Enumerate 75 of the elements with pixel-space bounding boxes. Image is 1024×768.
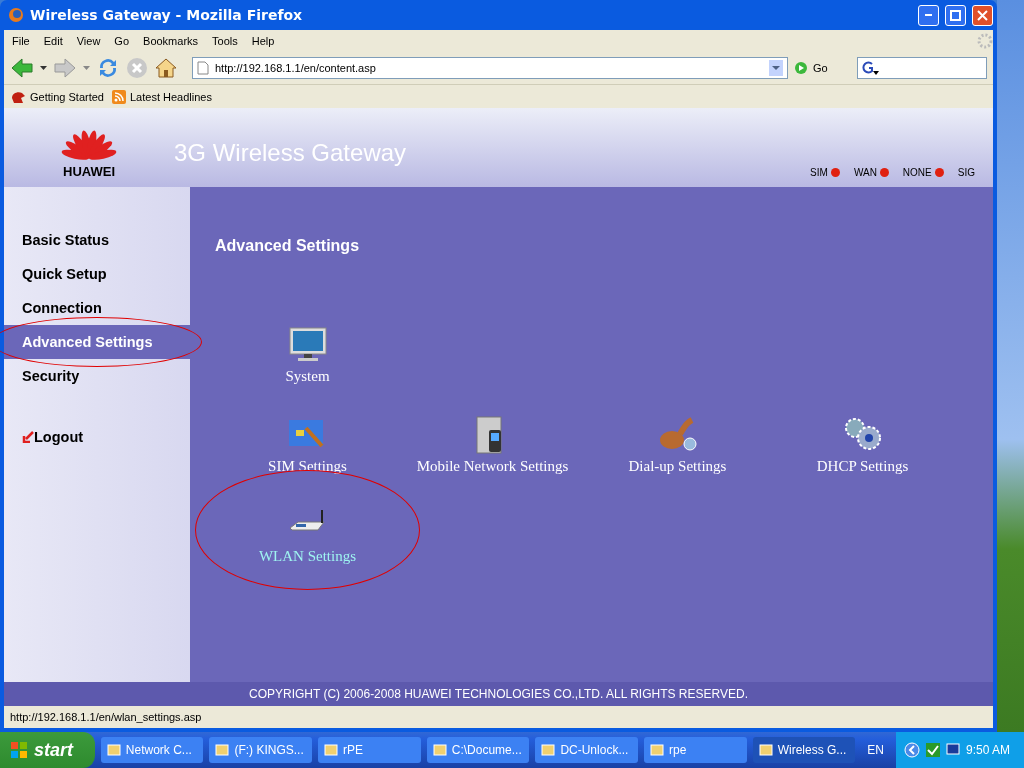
nav-item[interactable]: Basic Status [4,223,190,257]
menu-item[interactable]: Edit [43,35,63,47]
status-text: http://192.168.1.1/en/wlan_settings.asp [10,711,202,723]
window-icon [650,743,664,757]
window-icon [432,743,447,757]
close-icon [977,9,988,21]
window-icon [215,743,230,757]
windows-logo-icon [10,741,28,759]
address-field[interactable]: http://192.168.1.1/en/content.asp [192,57,788,79]
go-button[interactable]: Go [794,61,828,75]
menu-item[interactable]: Tools [212,35,238,47]
window-icon [106,743,121,757]
taskbar-button[interactable]: DC-Unlock... [535,737,638,763]
chevron-icon[interactable] [903,742,920,758]
window-title: Wireless Gateway - Mozilla Firefox [30,7,304,23]
nav-item[interactable]: Quick Setup [4,257,190,291]
search-field[interactable] [857,57,987,79]
dropdown-caret-icon[interactable] [40,65,47,71]
settings-link[interactable]: DHCP Settings [770,405,955,475]
forward-arrow-icon[interactable] [53,57,77,79]
nav-item[interactable]: Advanced Settings [4,325,190,359]
taskbar-button[interactable]: Wireless G... [752,737,856,763]
taskbar-button[interactable]: Network C... [100,737,204,763]
throbber-icon [977,33,993,49]
menu-item[interactable]: Bookmarks [143,35,199,47]
taskbar-button[interactable]: C:\Docume... [426,737,530,763]
settings-link[interactable]: WLAN Settings [215,495,400,565]
screen-icon[interactable] [945,743,960,757]
menu-item[interactable]: File [12,35,30,47]
minimize-button[interactable] [918,4,939,26]
settings-link[interactable]: Dial-up Settings [585,405,770,475]
page-heading: Advanced Settings [215,237,361,255]
browser-icon [8,7,24,23]
logout-link[interactable]: Logout [22,429,84,445]
search-engine-icon [861,60,879,76]
indicator-label: SIG [957,167,975,178]
window-icon [541,743,556,757]
taskbar-button[interactable]: rpe [644,737,747,763]
checkmark-icon[interactable] [925,743,940,757]
window-icon [324,743,339,757]
menu-item[interactable]: View [76,35,101,47]
dial-up-icon [657,416,698,454]
monitor-icon [287,326,328,364]
close-button[interactable] [972,4,993,26]
taskbar-button[interactable]: (F:) KINGS... [209,737,313,763]
indicator-label: WAN [853,167,877,178]
feed-icon [112,89,126,104]
url-text: http://192.168.1.1/en/content.asp [215,62,377,74]
nav-item[interactable]: Security [4,359,190,393]
nav-item[interactable]: Connection [4,291,190,325]
arrow-icon [22,431,34,443]
bookmark-link[interactable]: Getting Started [10,89,104,104]
window-icon [758,743,773,757]
start-button[interactable]: start [0,732,95,768]
settings-link[interactable]: Mobile Network Settings [400,405,585,475]
bookmark-link[interactable]: Latest Headlines [112,89,212,104]
home-icon[interactable] [154,56,178,80]
settings-link[interactable]: System [215,315,400,385]
menu-item[interactable]: Help [251,35,275,47]
copyright-text: COPYRIGHT (C) 2006-2008 HUAWEI TECHNOLOGIES CO.,LTD. ALL RIGHTS RESERVED. [4,682,993,706]
minimize-icon [925,14,932,16]
menu-item[interactable]: Go [114,35,130,47]
maximize-button[interactable] [945,4,966,26]
taskbar-button[interactable]: rPE [318,737,421,763]
logo-drawing [59,128,119,162]
page-icon [197,61,209,75]
indicator-label: SIM [810,167,828,178]
maximize-icon [950,9,961,21]
back-arrow-icon[interactable] [10,57,34,79]
logo-text: HUAWEI [63,164,115,179]
bookmark-page-icon [10,89,26,104]
clock: 9:50 AM [965,743,1010,757]
indicator-label: NONE [902,167,932,178]
language-indicator[interactable]: EN [861,743,890,757]
settings-link[interactable]: SIM Settings [215,405,400,475]
